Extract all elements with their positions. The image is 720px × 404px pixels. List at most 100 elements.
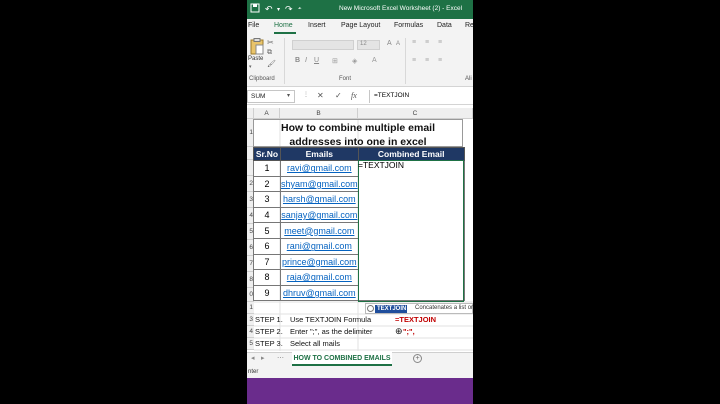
step-1-label: STEP 1. [255,315,283,324]
align-right-icon[interactable]: ≡ [438,57,442,64]
sr-no-cell[interactable]: 4 [253,206,281,224]
next-sheet-icon[interactable]: ▸ [261,354,265,362]
name-box-dropdown-icon[interactable]: ▾ [287,92,290,99]
email-cell[interactable]: ravi@gmail.com [280,160,359,177]
tab-home[interactable]: Home [274,22,293,29]
tab-page-layout[interactable]: Page Layout [341,22,380,29]
row-header[interactable]: 5 [247,338,254,350]
table-header-row: Sr.No Emails Combined Email [253,147,465,161]
add-sheet-icon[interactable]: + [413,354,422,363]
left-black-margin [0,0,247,404]
sheet-options-icon[interactable]: ⋯ [277,354,284,362]
select-all-corner[interactable] [247,108,254,119]
prev-sheet-icon[interactable]: ◂ [251,354,255,362]
increase-font-icon[interactable]: A [387,40,392,47]
sheet-heading[interactable]: How to combine multiple email addresses … [253,119,463,148]
function-tooltip[interactable]: TEXTJOIN Concatenates a list or [365,303,473,314]
ribbon-separator [405,38,406,84]
copy-icon[interactable]: ⧉ [267,49,272,57]
column-header-c[interactable]: C [358,108,473,119]
header-emails[interactable]: Emails [280,147,359,161]
sr-no-cell[interactable]: 2 [253,175,281,193]
align-center-icon[interactable]: ≡ [425,57,429,64]
email-cell[interactable]: shyam@gmail.com [280,175,359,193]
paste-icon[interactable] [250,38,264,57]
cut-icon[interactable]: ✂ [267,38,274,47]
insert-function-icon[interactable]: fx [351,91,357,100]
sr-no-cell[interactable]: 1 [253,160,281,177]
group-label-clipboard: Clipboard [249,76,275,82]
column-header-a[interactable]: A [254,108,280,119]
email-cell[interactable]: prince@gmail.com [280,253,359,271]
format-painter-icon[interactable]: 🖌 [267,60,276,68]
font-name-box[interactable] [292,40,354,50]
sr-no-cell[interactable]: 3 [253,191,281,208]
ribbon-tabs: File Home Insert Page Layout Formulas Da… [247,19,473,34]
header-sr-no[interactable]: Sr.No [253,147,281,161]
step-2-label: STEP 2. [255,327,283,336]
decrease-font-icon[interactable]: A [396,41,400,47]
paste-dropdown-icon[interactable]: ▾ [249,64,252,70]
tab-formulas[interactable]: Formulas [394,22,423,29]
tooltip-function-name[interactable]: TEXTJOIN [375,305,407,313]
row-header[interactable]: 4 [247,326,254,338]
borders-icon[interactable]: ⊞ [332,57,338,65]
undo-icon[interactable]: ↶ [265,4,273,15]
sr-no-cell[interactable]: 9 [253,284,281,302]
active-cell-formula[interactable]: =TEXTJOIN [358,160,404,170]
active-cell-range [358,160,464,302]
tab-insert[interactable]: Insert [308,22,326,29]
formula-bar: SUM ▾ ⋮ ✕ ✓ fx =TEXTJOIN [247,88,473,105]
tab-data[interactable]: Data [437,22,452,29]
group-label-font: Font [339,76,352,82]
mouse-cursor-icon: ⊕ [395,326,403,336]
align-middle-icon[interactable]: ≡ [425,39,429,46]
undo-dropdown-icon[interactable]: ▾ [277,6,280,13]
align-top-icon[interactable]: ≡ [412,39,416,46]
window-title: New Microsoft Excel Worksheet (2) - Exce… [339,5,463,12]
status-bar: nter [247,367,473,378]
tooltip-description: Concatenates a list or [415,305,474,311]
email-cell[interactable]: dhruv@gmail.com [280,284,359,302]
formula-input[interactable]: =TEXTJOIN [369,90,473,103]
sr-no-cell[interactable]: 6 [253,237,281,255]
sr-no-cell[interactable]: 8 [253,269,281,286]
align-bottom-icon[interactable]: ≡ [438,39,442,46]
status-mode: nter [248,369,259,375]
fill-color-icon[interactable]: ◈ [352,57,357,65]
email-cell[interactable]: harsh@gmail.com [280,191,359,208]
function-info-icon [367,305,374,312]
sheet-tab-active[interactable]: HOW TO COMBINED EMAILS [292,352,392,366]
email-cell[interactable]: meet@gmail.com [280,222,359,239]
header-combined-email[interactable]: Combined Email [357,147,465,161]
tab-review[interactable]: Re [465,22,473,29]
row-header[interactable]: 3 [247,314,254,326]
font-size-box[interactable]: 12 [357,40,380,50]
column-header-b[interactable]: B [280,108,358,119]
group-label-alignment: Ali [465,76,472,82]
formula-text: =TEXTJOIN [374,92,410,99]
enter-icon[interactable]: ✓ [335,91,342,100]
italic-icon[interactable]: I [305,57,307,64]
sr-no-cell[interactable]: 7 [253,253,281,271]
paste-button-label[interactable]: Paste [248,56,263,62]
redo-icon[interactable]: ↷ [285,4,293,15]
title-bar: ↶ ▾ ↷ ⩡ New Microsoft Excel Worksheet (2… [247,0,473,19]
align-left-icon[interactable]: ≡ [412,57,416,64]
ribbon-separator [284,38,285,84]
row-header[interactable]: 1 [247,302,254,314]
font-color-icon[interactable]: A [372,57,377,64]
ribbon-home: Paste ✂ ⧉ 🖌 ▾ 12 A A B I U ⊞ ◈ A ≡ ≡ ≡ ≡… [247,34,473,87]
email-cell[interactable]: raja@gmail.com [280,269,359,286]
sr-no-cell[interactable]: 5 [253,222,281,239]
bold-icon[interactable]: B [295,57,300,64]
email-cell[interactable]: sanjay@gmail.com [280,206,359,224]
font-size-value: 12 [360,41,367,47]
underline-icon[interactable]: U [314,57,319,64]
cancel-icon[interactable]: ✕ [317,91,324,100]
step-1-text: Use TEXTJOIN Formula [290,315,372,324]
email-cell[interactable]: rani@gmail.com [280,237,359,255]
tab-file[interactable]: File [248,22,259,29]
customize-toolbar-icon[interactable]: ⩡ [298,6,301,13]
save-icon[interactable] [250,3,260,15]
